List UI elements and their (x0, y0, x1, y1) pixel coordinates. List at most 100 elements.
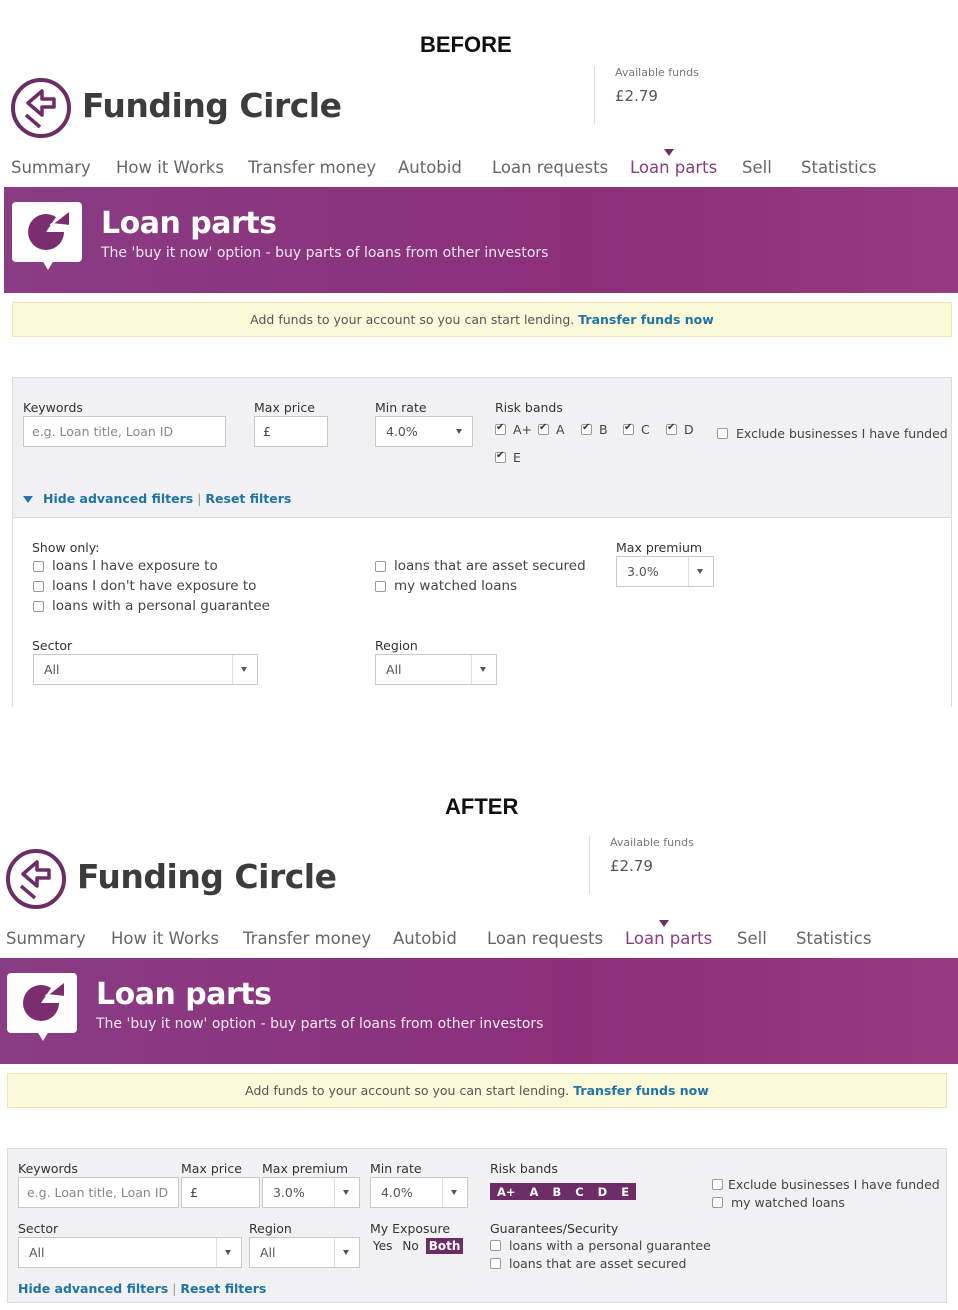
max-premium-value: 3.0% (273, 1185, 305, 1200)
my-exposure-toggle[interactable]: Yes No Both (370, 1238, 467, 1254)
checkbox-icon[interactable] (495, 422, 506, 435)
exclude-funded-checkbox[interactable]: Exclude businesses I have funded (712, 1177, 940, 1192)
nav-loan-requests[interactable]: Loan requests (492, 158, 608, 177)
region-value: All (386, 662, 402, 677)
risk-band-d[interactable]: D (591, 1185, 615, 1199)
nav-autobid[interactable]: Autobid (398, 158, 462, 177)
nav-sell[interactable]: Sell (742, 158, 772, 177)
nav-summary[interactable]: Summary (11, 158, 91, 177)
nav-how-it-works[interactable]: How it Works (111, 929, 219, 948)
loan-parts-icon (12, 202, 82, 270)
sector-label: Sector (32, 638, 73, 653)
checkbox-icon[interactable] (33, 600, 44, 612)
funds-notice: Add funds to your account so you can sta… (7, 1073, 947, 1108)
risk-band-b[interactable]: B (545, 1185, 568, 1199)
transfer-funds-link[interactable]: Transfer funds now (578, 312, 714, 327)
checkbox-icon[interactable] (538, 422, 549, 435)
exposure-no[interactable]: No (399, 1238, 421, 1254)
region-select[interactable]: All (375, 654, 497, 685)
risk-band-b[interactable]: B (581, 422, 608, 437)
hide-advanced-filters-link[interactable]: Hide advanced filters (18, 1281, 168, 1296)
funding-circle-logo-icon (6, 849, 66, 909)
checkbox-icon[interactable] (666, 422, 677, 435)
nav-sell[interactable]: Sell (737, 929, 767, 948)
risk-bands-selector[interactable]: A+ A B C D E (490, 1183, 637, 1200)
nav-active-indicator-icon (664, 149, 674, 156)
sector-select[interactable]: All (18, 1237, 242, 1268)
checkbox-icon[interactable] (581, 422, 592, 435)
option-asset-secured[interactable]: loans that are asset secured (375, 558, 586, 574)
checkbox-icon[interactable] (623, 422, 634, 435)
checkbox-icon[interactable] (495, 450, 506, 463)
sector-select[interactable]: All (33, 654, 258, 685)
region-value: All (260, 1245, 276, 1260)
nav-loan-parts[interactable]: Loan parts (630, 158, 717, 177)
min-rate-select[interactable]: 4.0% (370, 1177, 468, 1208)
hide-advanced-filters-link[interactable]: Hide advanced filters (43, 491, 193, 506)
keywords-input[interactable]: e.g. Loan title, Loan ID (23, 416, 226, 447)
exposure-yes[interactable]: Yes (370, 1238, 395, 1254)
exposure-both[interactable]: Both (425, 1238, 464, 1254)
nav-loan-requests[interactable]: Loan requests (487, 929, 603, 948)
max-premium-select[interactable]: 3.0% (262, 1177, 360, 1208)
exclude-funded-checkbox[interactable]: Exclude businesses I have funded (717, 426, 948, 441)
checkbox-icon[interactable] (375, 580, 386, 592)
min-rate-select[interactable]: 4.0% (375, 416, 473, 447)
max-premium-label: Max premium (262, 1161, 349, 1176)
checkbox-icon[interactable] (712, 1197, 723, 1208)
risk-band-c[interactable]: C (568, 1185, 590, 1199)
reset-filters-link[interactable]: Reset filters (205, 491, 291, 506)
logo-wordmark[interactable]: Funding Circle (82, 86, 342, 125)
option-personal-guarantee[interactable]: loans with a personal guarantee (33, 598, 270, 614)
transfer-funds-link[interactable]: Transfer funds now (573, 1083, 709, 1098)
checkbox-icon[interactable] (33, 580, 44, 592)
chevron-down-icon (343, 1190, 349, 1195)
checkbox-icon[interactable] (375, 560, 386, 572)
max-price-input[interactable]: £ (254, 416, 328, 447)
nav-transfer-money[interactable]: Transfer money (243, 929, 371, 948)
risk-band-aplus[interactable]: A+ (490, 1185, 523, 1199)
max-premium-value: 3.0% (627, 564, 659, 579)
risk-band-e[interactable]: E (614, 1185, 636, 1199)
min-rate-label: Min rate (375, 400, 427, 415)
nav-statistics[interactable]: Statistics (801, 158, 876, 177)
checkbox-icon[interactable] (712, 1179, 723, 1190)
checkbox-icon[interactable] (490, 1258, 501, 1269)
risk-band-d[interactable]: D (666, 422, 694, 437)
logo-wordmark[interactable]: Funding Circle (77, 857, 337, 896)
max-price-label: Max price (254, 400, 315, 415)
nav-loan-parts[interactable]: Loan parts (625, 929, 712, 948)
option-asset-secured[interactable]: loans that are asset secured (490, 1256, 686, 1271)
collapse-triangle-icon[interactable] (23, 496, 33, 503)
option-watched-loans[interactable]: my watched loans (375, 578, 517, 594)
chevron-down-icon (456, 429, 462, 434)
risk-band-aplus[interactable]: A+ (495, 422, 532, 437)
watched-loans-checkbox[interactable]: my watched loans (712, 1195, 845, 1210)
option-personal-guarantee[interactable]: loans with a personal guarantee (490, 1238, 711, 1253)
max-premium-select[interactable]: 3.0% (616, 556, 714, 587)
checkbox-icon[interactable] (717, 428, 728, 439)
nav-autobid[interactable]: Autobid (393, 929, 457, 948)
nav-statistics[interactable]: Statistics (796, 929, 871, 948)
risk-band-c[interactable]: C (623, 422, 650, 437)
checkbox-icon[interactable] (490, 1240, 501, 1251)
nav-transfer-money[interactable]: Transfer money (248, 158, 376, 177)
available-funds-label: Available funds (610, 836, 694, 849)
region-select[interactable]: All (249, 1237, 360, 1268)
banner-subtitle: The 'buy it now' option - buy parts of l… (101, 245, 549, 261)
risk-band-a[interactable]: A (523, 1185, 546, 1199)
option-exposure[interactable]: loans I have exposure to (33, 558, 218, 574)
nav-summary[interactable]: Summary (6, 929, 86, 948)
loan-parts-icon (7, 973, 77, 1041)
keywords-label: Keywords (23, 400, 83, 415)
checkbox-icon[interactable] (33, 560, 44, 572)
risk-bands-label: Risk bands (490, 1161, 558, 1176)
reset-filters-link[interactable]: Reset filters (180, 1281, 266, 1296)
nav-how-it-works[interactable]: How it Works (116, 158, 224, 177)
option-no-exposure[interactable]: loans I don't have exposure to (33, 578, 256, 594)
banner-subtitle: The 'buy it now' option - buy parts of l… (96, 1016, 544, 1032)
risk-band-e[interactable]: E (495, 450, 521, 465)
risk-band-a[interactable]: A (538, 422, 565, 437)
max-price-input[interactable]: £ (181, 1177, 260, 1208)
keywords-input[interactable]: e.g. Loan title, Loan ID (18, 1177, 179, 1208)
